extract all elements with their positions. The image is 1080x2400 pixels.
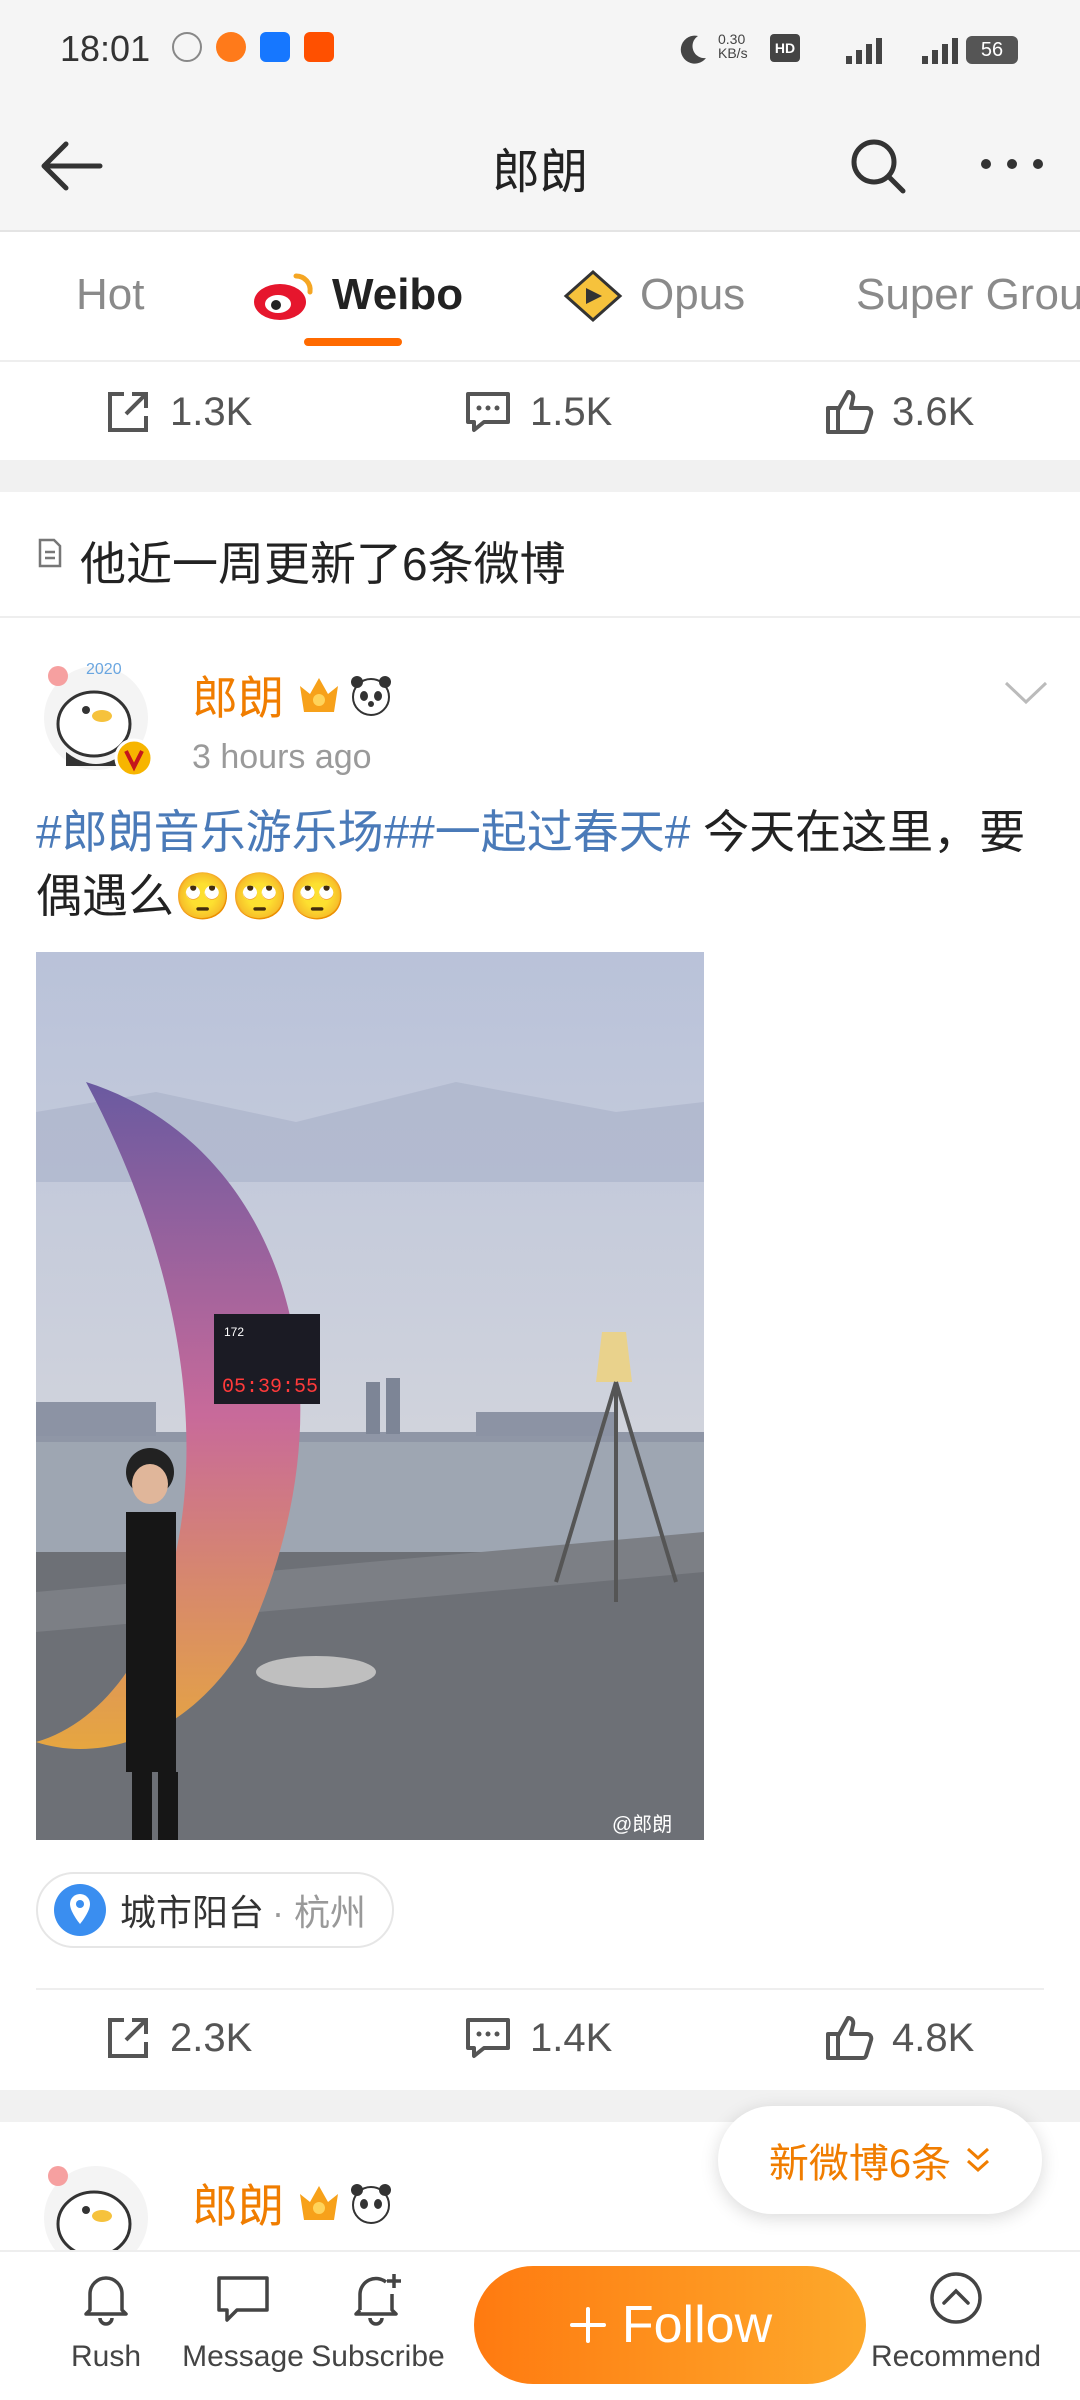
thumbs-up-icon (826, 390, 874, 434)
comment-count: 1.4K (530, 2015, 613, 2060)
post-text: #郎朗音乐游乐场##一起过春天# 今天在这里，要偶遇么🙄🙄🙄 (36, 800, 1046, 928)
hashtag-link[interactable]: #一起过春天# (409, 806, 690, 858)
opus-icon (563, 269, 623, 323)
like-count: 4.8K (892, 2015, 975, 2060)
svg-text:2020: 2020 (86, 661, 122, 678)
panda-badge-icon (351, 2184, 391, 2224)
previous-post-actions: 1.3K 1.5K 3.6K (0, 364, 1080, 460)
search-icon[interactable] (846, 134, 910, 198)
subscribe-label: Subscribe (311, 2340, 445, 2373)
tab-weibo[interactable]: Weibo (332, 270, 463, 320)
post-photo[interactable]: 172 05:39:55 @郎朗 (36, 952, 704, 1840)
follow-label: Follow (621, 2296, 773, 2354)
author-name[interactable]: 郎朗 (192, 662, 284, 728)
section-divider (0, 460, 1080, 492)
recommend-button[interactable]: Recommend (866, 2270, 1046, 2374)
circle-chevron-up-icon (930, 2272, 982, 2324)
weibo-notify-icon (216, 32, 246, 62)
bell-plus-icon (354, 2274, 401, 2326)
repost-button[interactable]: 1.3K (104, 388, 252, 436)
status-bar: 18:01 0.30 KB/s HD 56 (0, 0, 1080, 100)
bell-icon (84, 2276, 128, 2326)
status-time: 18:01 (60, 28, 151, 69)
profile-tabs: Hot Weibo Opus Super Grou (0, 232, 1080, 362)
message-button[interactable]: Message (176, 2270, 310, 2374)
document-icon (38, 538, 62, 568)
comment-button[interactable]: 1.5K (464, 388, 612, 436)
repost-icon (108, 392, 148, 432)
double-chevron-down-icon (967, 2147, 990, 2173)
rush-label: Rush (70, 2340, 142, 2373)
comment-icon (466, 2018, 510, 2058)
top-header: 郎朗 (0, 100, 1080, 232)
svg-text:172: 172 (224, 1325, 244, 1339)
comment-button[interactable]: 1.4K (464, 2014, 612, 2062)
location-name: 城市阳台 (120, 1892, 265, 1933)
rush-button[interactable]: Rush (30, 2270, 182, 2374)
post-actions: 2.3K 1.4K 4.8K (36, 1988, 1044, 2084)
follow-button[interactable]: Follow (474, 2266, 866, 2384)
tab-hot[interactable]: Hot (76, 270, 144, 320)
author-line: 郎朗 (192, 662, 394, 728)
signal-2-icon (922, 38, 958, 64)
recommend-label: Recommend (870, 2340, 1042, 2373)
tab-opus[interactable]: Opus (640, 270, 745, 320)
author-name[interactable]: 郎朗 (192, 2170, 284, 2236)
panda-badge-icon (351, 676, 391, 716)
taobao-icon (304, 32, 334, 62)
vip-crown-icon (300, 2186, 338, 2220)
repost-button[interactable]: 2.3K (104, 2014, 252, 2062)
hashtag-link[interactable]: #郎朗音乐游乐场# (36, 806, 409, 858)
repost-icon (108, 2018, 148, 2058)
tab-super-group[interactable]: Super Grou (856, 270, 1080, 320)
like-button[interactable]: 4.8K (824, 2014, 974, 2062)
location-pin-icon (54, 1884, 106, 1936)
signal-1-icon (846, 38, 882, 64)
moon-icon (680, 35, 706, 64)
alipay-icon (260, 32, 290, 62)
hd-icon: HD (770, 34, 800, 62)
plus-icon (569, 2307, 606, 2343)
like-button[interactable]: 3.6K (824, 388, 974, 436)
new-posts-button[interactable]: 新微博6条 (718, 2106, 1042, 2214)
repost-count: 1.3K (170, 389, 253, 434)
chat-icon (217, 2276, 269, 2322)
app-k-icon (172, 32, 202, 62)
like-count: 3.6K (892, 389, 975, 434)
comment-count: 1.5K (530, 389, 613, 434)
svg-text:05:39:55: 05:39:55 (222, 1376, 318, 1399)
avatar[interactable]: 2020 (36, 652, 154, 778)
bottom-action-bar: Rush Message Subscribe Follow Recommend (0, 2250, 1080, 2400)
photo-content: 172 05:39:55 (36, 952, 704, 1840)
active-tab-indicator (304, 338, 402, 346)
weibo-logo-icon (254, 273, 313, 320)
notice-text: 他近一周更新了6条微博 (80, 538, 566, 590)
subscribe-button[interactable]: Subscribe (310, 2270, 446, 2374)
verified-badge-icon (114, 738, 154, 778)
thumbs-up-icon (826, 2016, 874, 2060)
page-title: 郎朗 (491, 146, 588, 199)
new-posts-label: 新微博6条 (768, 2142, 952, 2186)
author-line: 郎朗 (192, 2170, 394, 2236)
message-label: Message (182, 2340, 304, 2373)
location-chip[interactable]: 城市阳台 · 杭州 (36, 1872, 395, 1948)
weekly-update-notice: 他近一周更新了6条微博 (0, 492, 1080, 618)
post-time: 3 hours ago (192, 738, 372, 776)
photo-watermark: @郎朗 (612, 1814, 673, 1836)
repost-count: 2.3K (170, 2015, 253, 2060)
chevron-down-icon[interactable] (1004, 680, 1048, 706)
location-city: · 杭州 (272, 1892, 367, 1933)
net-speed: 0.30 KB/s (718, 31, 748, 61)
vip-crown-icon (300, 678, 338, 712)
comment-icon (466, 392, 510, 432)
more-options-icon[interactable] (976, 152, 1048, 176)
battery-indicator: 56 (966, 36, 1018, 64)
